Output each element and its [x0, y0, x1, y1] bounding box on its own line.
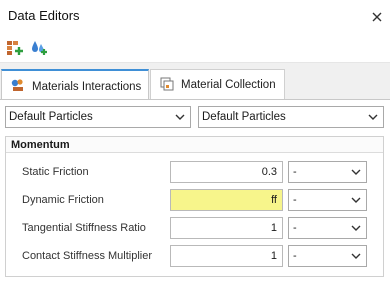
tab-label: Material Collection [181, 79, 276, 91]
static-friction-input[interactable]: 0.3 [170, 161, 283, 183]
contact-stiffness-multiplier-label: Contact Stiffness Multiplier [22, 250, 153, 262]
material-collection-icon [159, 76, 175, 95]
tab-materials-interactions[interactable]: Materials Interactions [1, 69, 149, 102]
chevron-down-icon [351, 253, 361, 259]
materials-interactions-icon [10, 77, 26, 96]
close-icon [372, 12, 382, 22]
chevron-down-icon [351, 197, 361, 203]
chevron-down-icon [351, 169, 361, 175]
add-particle-icon [32, 41, 47, 55]
material-select-left[interactable]: Default Particles [5, 106, 191, 128]
momentum-group: Momentum Static Friction 0.3 - Dynamic F… [5, 136, 384, 277]
chevron-down-icon [368, 114, 378, 120]
window-title: Data Editors [8, 8, 80, 23]
material-select-value: Default Particles [202, 111, 286, 123]
tangential-stiffness-ratio-unit-select[interactable]: - [288, 217, 367, 239]
add-particle-button[interactable] [30, 38, 48, 56]
material-select-value: Default Particles [9, 111, 93, 123]
contact-stiffness-multiplier-input[interactable]: 1 [170, 245, 283, 267]
contact-stiffness-multiplier-unit-select[interactable]: - [288, 245, 367, 267]
dynamic-friction-unit-select[interactable]: - [288, 189, 367, 211]
unit-value: - [293, 250, 297, 262]
close-button[interactable] [368, 8, 386, 26]
content-panel: Default Particles Default Particles Mome… [0, 99, 390, 282]
chevron-down-icon [351, 225, 361, 231]
material-select-right[interactable]: Default Particles [198, 106, 384, 128]
dynamic-friction-input[interactable]: ff [170, 189, 283, 211]
dynamic-friction-label: Dynamic Friction [22, 194, 104, 206]
unit-value: - [293, 222, 297, 234]
tab-strip: Materials Interactions Material Collecti… [0, 62, 390, 102]
static-friction-label: Static Friction [22, 166, 89, 178]
tangential-stiffness-ratio-input[interactable]: 1 [170, 217, 283, 239]
tab-material-collection[interactable]: Material Collection [150, 69, 285, 101]
add-material-icon [7, 41, 23, 55]
title-bar: Data Editors [0, 0, 390, 32]
unit-value: - [293, 166, 297, 178]
unit-value: - [293, 194, 297, 206]
tab-label: Materials Interactions [32, 80, 142, 93]
toolbar [0, 32, 390, 62]
tangential-stiffness-ratio-label: Tangential Stiffness Ratio [22, 222, 146, 234]
static-friction-unit-select[interactable]: - [288, 161, 367, 183]
chevron-down-icon [175, 114, 185, 120]
add-material-button[interactable] [6, 38, 24, 56]
momentum-header: Momentum [6, 137, 383, 153]
